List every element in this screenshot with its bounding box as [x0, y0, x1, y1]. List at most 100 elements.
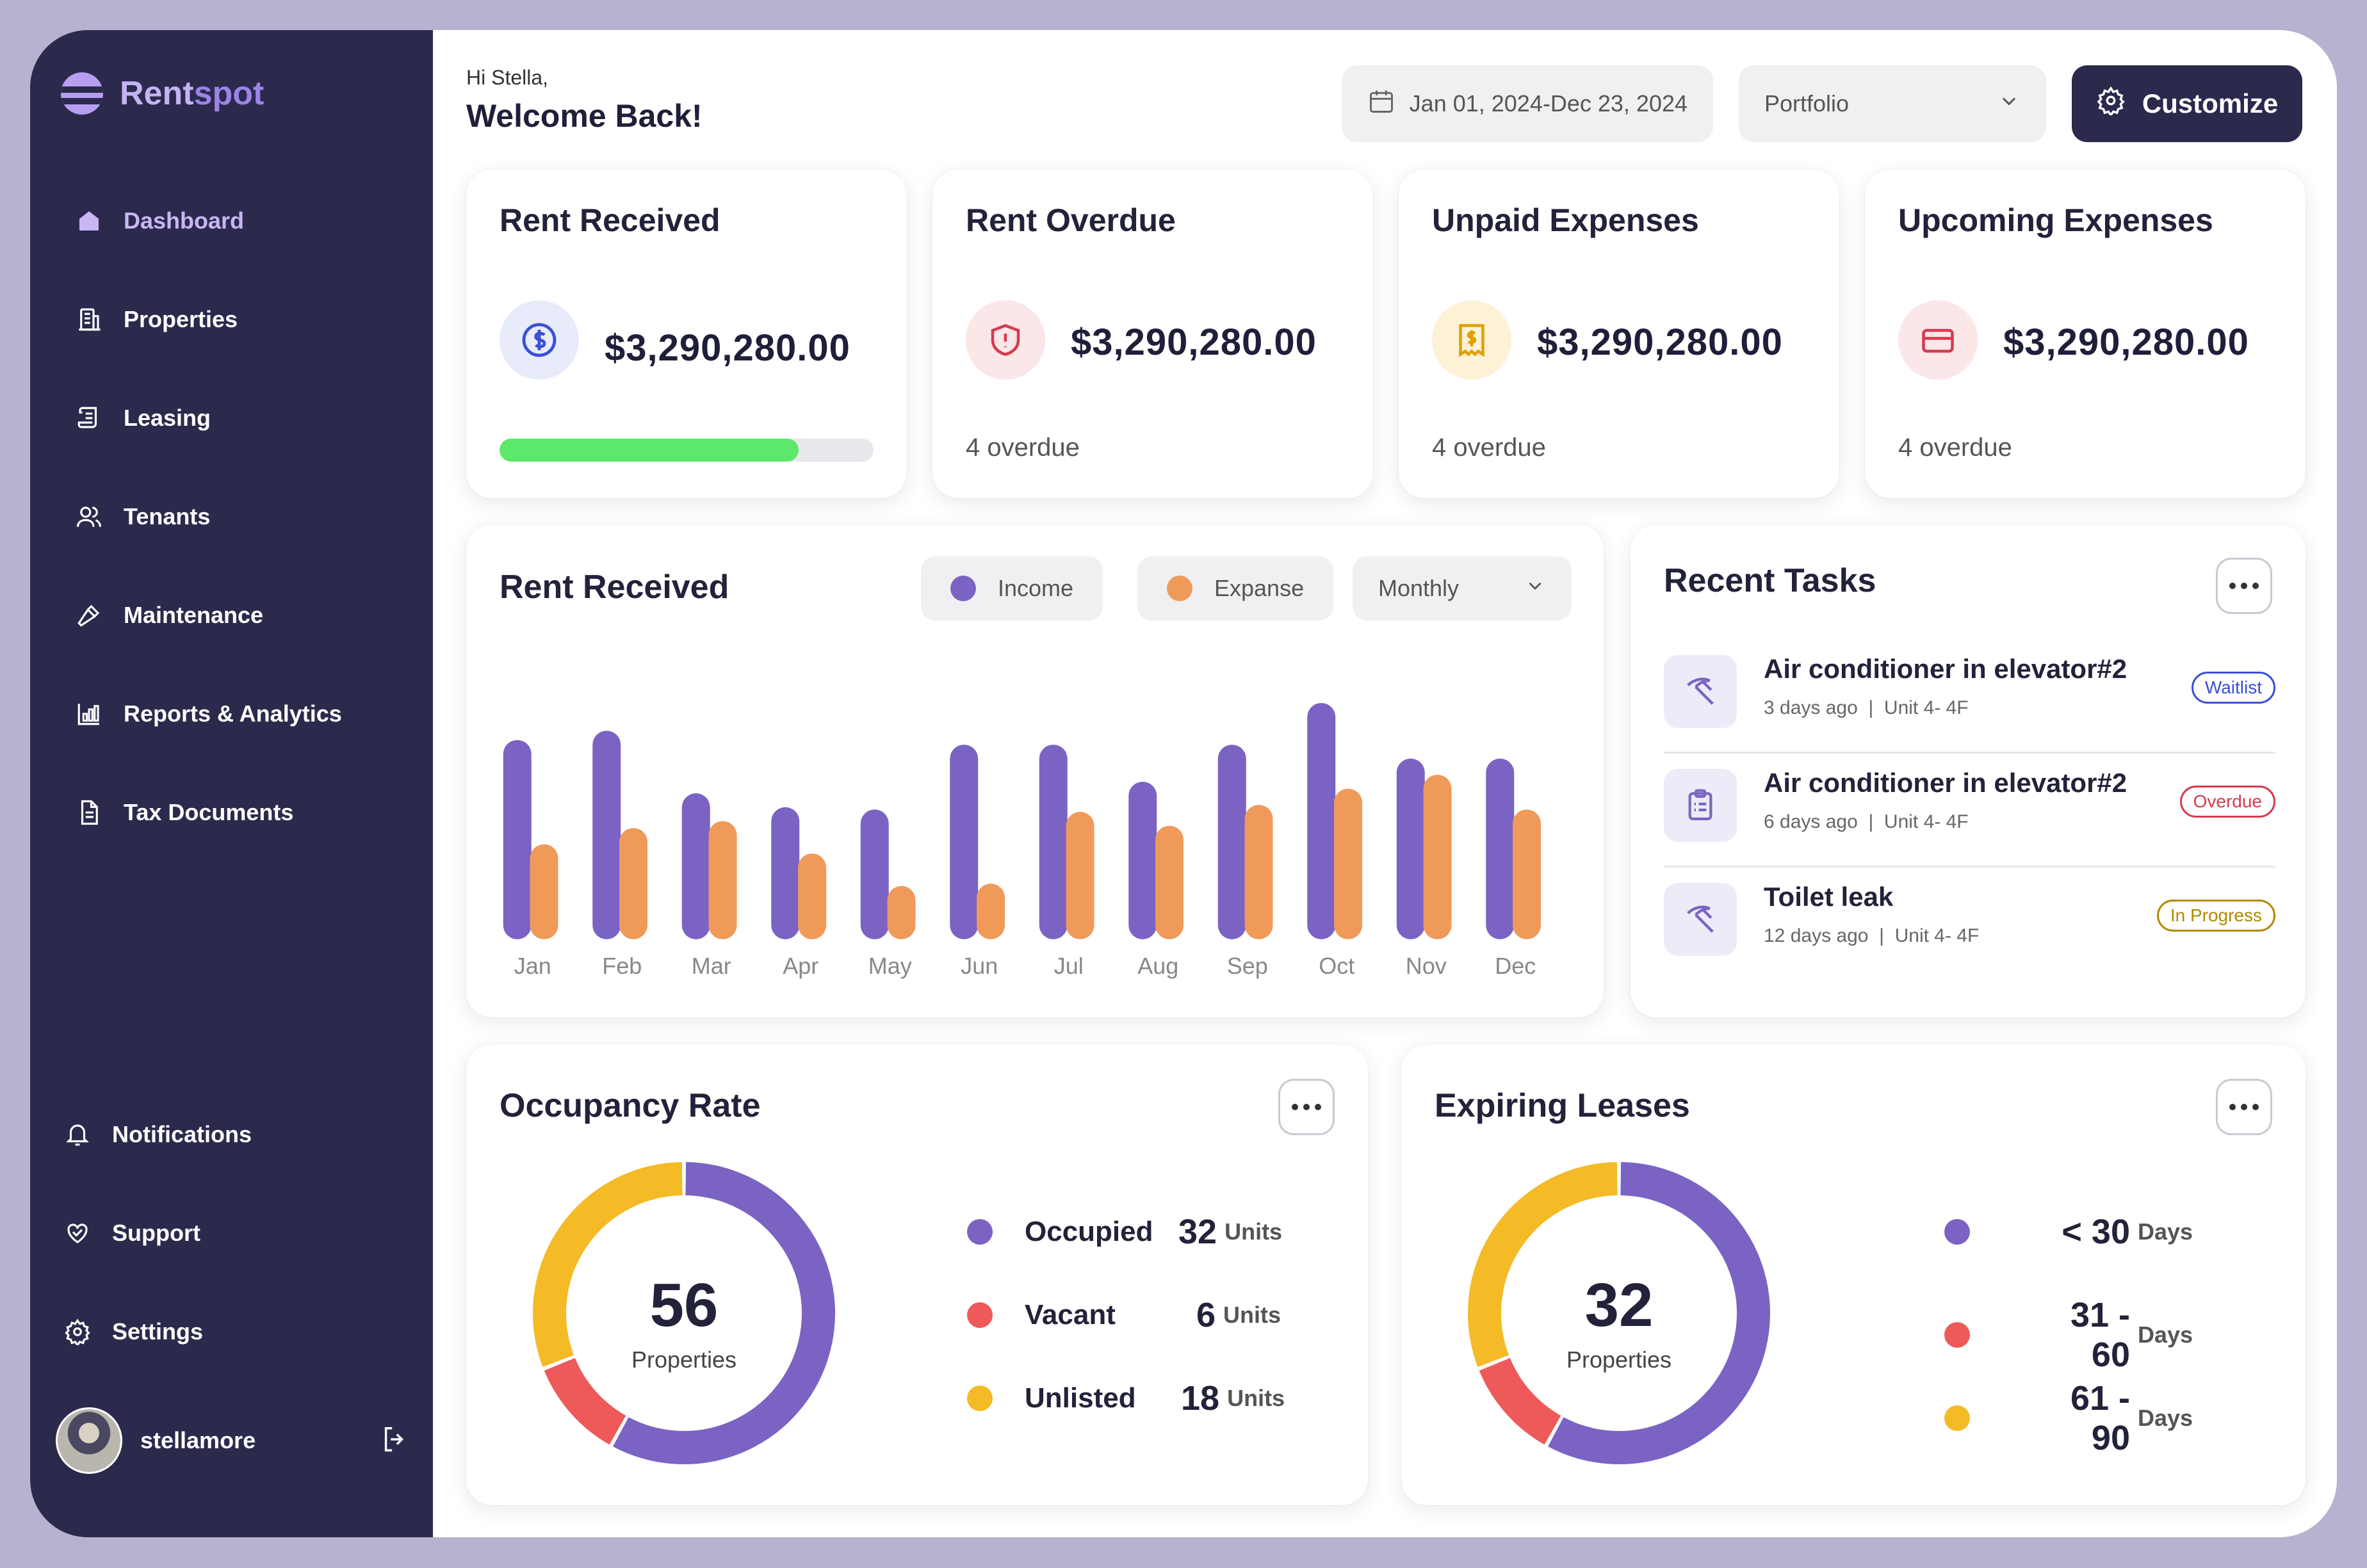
- bar-income-sep[interactable]: [1217, 745, 1246, 939]
- bar-expanse-oct[interactable]: [1334, 788, 1363, 939]
- bar-expanse-nov[interactable]: [1423, 775, 1452, 939]
- sidebar-bottom-nav: Notifications Support Settings: [62, 1112, 421, 1408]
- more-options-button[interactable]: [2216, 1079, 2272, 1135]
- more-options-button[interactable]: [1278, 1079, 1335, 1135]
- progress-bar-fill: [500, 439, 799, 462]
- occupancy-total: 56: [649, 1271, 719, 1339]
- bar-expanse-jul[interactable]: [1066, 812, 1094, 939]
- bar-expanse-jan[interactable]: [530, 844, 558, 939]
- bar-expanse-feb[interactable]: [619, 828, 648, 939]
- date-range-picker[interactable]: Jan 01, 2024-Dec 23, 2024: [1341, 65, 1713, 142]
- task-item[interactable]: Air conditioner in elevator#2 6 days ago…: [1664, 754, 2275, 868]
- stat-card-rent-received[interactable]: Rent Received $3,290,280.00: [466, 170, 907, 498]
- bar-income-feb[interactable]: [592, 731, 621, 939]
- bar-income-jul[interactable]: [1039, 745, 1068, 939]
- pickaxe-icon: [1664, 883, 1737, 956]
- sidebar-nav: Dashboard Properties Leasing Tenants Mai…: [74, 198, 419, 889]
- unlisted-dot: [967, 1386, 993, 1411]
- sidebar-item-label: Notifications: [112, 1121, 252, 1147]
- sidebar-item-tax-documents[interactable]: Tax Documents: [74, 790, 419, 835]
- bar-expanse-sep[interactable]: [1244, 805, 1273, 939]
- greeting-hi: Hi Stella,: [466, 66, 549, 89]
- legend-value: 32: [1178, 1213, 1217, 1251]
- heart-hand-icon: [62, 1218, 93, 1249]
- task-item[interactable]: Air conditioner in elevator#2 3 days ago…: [1664, 640, 2275, 754]
- stat-card-unpaid-expenses[interactable]: Unpaid Expenses $3,290,280.00 4 overdue: [1399, 170, 1839, 498]
- stat-title: Upcoming Expenses: [1898, 202, 2213, 238]
- sidebar-item-label: Tenants: [124, 503, 211, 529]
- status-badge: Waitlist: [2191, 672, 2275, 704]
- chevron-down-icon: [1997, 90, 2021, 118]
- logout-icon[interactable]: [380, 1425, 409, 1460]
- legend-unit: Days: [2138, 1321, 2193, 1348]
- date-range-text: Jan 01, 2024-Dec 23, 2024: [1409, 90, 1688, 117]
- stat-card-rent-overdue[interactable]: Rent Overdue $3,290,280.00 4 overdue: [932, 170, 1373, 498]
- x-tick-label: Oct: [1319, 953, 1354, 979]
- legend-under-30: < 30 Days: [1944, 1212, 2265, 1252]
- sidebar-item-maintenance[interactable]: Maintenance: [74, 593, 419, 638]
- bar-income-mar[interactable]: [681, 793, 710, 939]
- portfolio-select[interactable]: Portfolio: [1739, 65, 2046, 142]
- logo-icon: [61, 72, 103, 115]
- legend-unit: Days: [2138, 1405, 2193, 1431]
- more-options-button[interactable]: [2216, 558, 2272, 614]
- avatar[interactable]: [56, 1407, 122, 1474]
- task-item[interactable]: Toilet leak 12 days ago | Unit 4- 4F In …: [1664, 868, 2275, 982]
- x-tick-label: Mar: [692, 953, 731, 979]
- bar-income-apr[interactable]: [771, 807, 800, 939]
- home-icon: [74, 206, 104, 236]
- bar-expanse-apr[interactable]: [798, 853, 827, 939]
- under-30-dot: [1944, 1219, 1970, 1245]
- legend-occupied: Occupied 32 Units: [967, 1212, 1287, 1252]
- x-tick-label: Jun: [961, 953, 998, 979]
- task-meta: 12 days ago | Unit 4- 4F: [1764, 925, 1980, 946]
- stat-value: $3,290,280.00: [605, 327, 850, 369]
- stat-title: Unpaid Expenses: [1432, 202, 1699, 238]
- bar-expanse-aug[interactable]: [1155, 825, 1184, 939]
- legend-61-90: 61 - 90 Days: [1944, 1378, 2265, 1458]
- user-profile[interactable]: stellamore: [56, 1405, 414, 1476]
- donut-segment-31-60[interactable]: [1479, 1357, 1561, 1445]
- bar-income-nov[interactable]: [1396, 758, 1425, 939]
- gear-icon: [62, 1316, 93, 1347]
- sidebar-item-settings[interactable]: Settings: [62, 1309, 421, 1354]
- sidebar-item-reports[interactable]: Reports & Analytics: [74, 691, 419, 736]
- bar-income-may[interactable]: [860, 809, 889, 939]
- bar-expanse-jun[interactable]: [977, 884, 1005, 939]
- bar-income-aug[interactable]: [1128, 781, 1157, 939]
- stat-card-upcoming-expenses[interactable]: Upcoming Expenses $3,290,280.00 4 overdu…: [1865, 170, 2306, 498]
- sidebar-item-label: Leasing: [124, 405, 211, 431]
- stat-value: $3,290,280.00: [2003, 321, 2249, 363]
- bar-income-jun[interactable]: [950, 745, 979, 939]
- leases-center: 32 Properties: [1523, 1275, 1715, 1373]
- sidebar-item-tenants[interactable]: Tenants: [74, 494, 419, 539]
- stat-subtext: 4 overdue: [1432, 433, 1546, 462]
- bar-expanse-dec[interactable]: [1513, 809, 1541, 939]
- bar-expanse-mar[interactable]: [708, 821, 737, 939]
- receipt-icon: [1432, 300, 1511, 380]
- sidebar-item-dashboard[interactable]: Dashboard: [74, 198, 419, 243]
- legend-vacant: Vacant 6 Units: [967, 1295, 1287, 1335]
- legend-unit: Units: [1224, 1218, 1283, 1245]
- legend-value: 18: [1181, 1379, 1220, 1418]
- task-unit: Unit 4- 4F: [1894, 925, 1980, 946]
- customize-label: Customize: [2142, 88, 2279, 118]
- customize-button[interactable]: Customize: [2072, 65, 2302, 142]
- task-unit: Unit 4- 4F: [1883, 811, 1969, 832]
- bar-income-jan[interactable]: [503, 740, 532, 939]
- donut-segment-vacant[interactable]: [544, 1357, 626, 1445]
- recent-tasks-card: Recent Tasks Air conditioner in elevator…: [1631, 524, 2306, 1017]
- bar-income-oct[interactable]: [1307, 702, 1336, 939]
- sidebar-item-properties[interactable]: Properties: [74, 297, 419, 342]
- x-tick-label: May: [868, 953, 912, 979]
- task-meta: 3 days ago | Unit 4- 4F: [1764, 697, 1969, 718]
- bar-income-dec[interactable]: [1486, 758, 1515, 939]
- legend-value: < 30: [2062, 1213, 2130, 1251]
- app-logo[interactable]: Rentspot: [61, 72, 264, 115]
- bar-expanse-may[interactable]: [887, 885, 916, 939]
- stat-subtext: 4 overdue: [966, 433, 1080, 462]
- sidebar-item-leasing[interactable]: Leasing: [74, 396, 419, 440]
- sidebar-item-support[interactable]: Support: [62, 1211, 421, 1256]
- rent-received-chart-card: Rent Received Income Expanse Monthly Jan…: [466, 524, 1604, 1017]
- sidebar-item-notifications[interactable]: Notifications: [62, 1112, 421, 1157]
